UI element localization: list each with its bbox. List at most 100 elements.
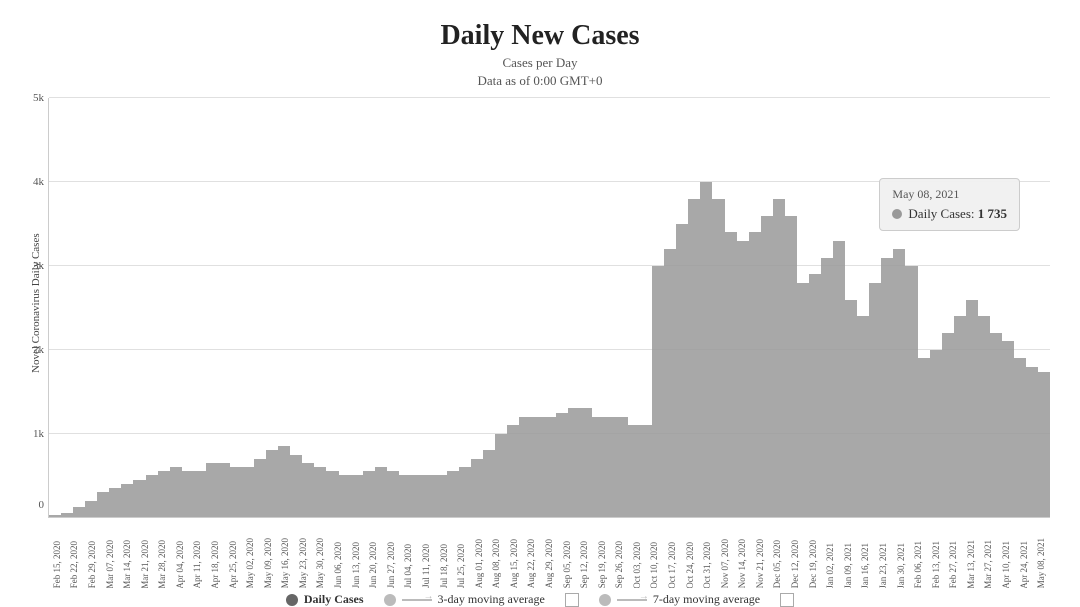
bar[interactable]: [459, 467, 471, 517]
bar[interactable]: [628, 425, 640, 517]
bar[interactable]: [218, 463, 230, 517]
bar[interactable]: [966, 300, 978, 518]
x-label: Feb 15, 2020: [52, 541, 62, 588]
bar[interactable]: [73, 507, 85, 517]
bar[interactable]: [978, 316, 990, 517]
bar[interactable]: [411, 475, 423, 517]
bar[interactable]: [278, 446, 290, 517]
bar-wrapper: [73, 98, 85, 517]
bar[interactable]: [507, 425, 519, 517]
bar[interactable]: [688, 199, 700, 517]
x-label: Sep 26, 2020: [614, 541, 624, 588]
bar[interactable]: [266, 450, 278, 517]
bar[interactable]: [387, 471, 399, 517]
bar-wrapper: [399, 98, 411, 517]
bar-wrapper: [170, 98, 182, 517]
bar-wrapper: [833, 98, 845, 517]
bar[interactable]: [749, 232, 761, 517]
x-label: Nov 07, 2020: [720, 539, 730, 588]
x-label: Mar 27, 2021: [983, 540, 993, 589]
bar[interactable]: [109, 488, 121, 517]
bar[interactable]: [146, 475, 158, 517]
bar[interactable]: [785, 216, 797, 518]
bar[interactable]: [1038, 372, 1050, 517]
x-label: Jun 27, 2020: [386, 542, 396, 588]
bar[interactable]: [930, 350, 942, 518]
bar[interactable]: [519, 417, 531, 518]
bar[interactable]: [869, 283, 881, 518]
bar[interactable]: [857, 316, 869, 517]
bar[interactable]: [544, 417, 556, 518]
bar[interactable]: [1002, 341, 1014, 517]
bar[interactable]: [133, 480, 145, 518]
bar[interactable]: [737, 241, 749, 518]
bar[interactable]: [61, 513, 73, 517]
bar[interactable]: [302, 463, 314, 517]
bar[interactable]: [158, 471, 170, 517]
bar[interactable]: [483, 450, 495, 517]
bar[interactable]: [363, 471, 375, 517]
bar[interactable]: [85, 501, 97, 518]
bar[interactable]: [242, 467, 254, 517]
bar[interactable]: [121, 484, 133, 518]
bar[interactable]: [652, 266, 664, 517]
bar[interactable]: [821, 258, 833, 518]
bar[interactable]: [568, 408, 580, 517]
bar[interactable]: [375, 467, 387, 517]
bar[interactable]: [712, 199, 724, 517]
bar[interactable]: [230, 467, 242, 517]
bar[interactable]: [435, 475, 447, 517]
bar[interactable]: [206, 463, 218, 517]
bar[interactable]: [833, 241, 845, 518]
bar[interactable]: [942, 333, 954, 517]
x-label-container: Apr 25, 2020: [224, 518, 242, 588]
bar[interactable]: [194, 471, 206, 517]
bar-wrapper: [544, 98, 556, 517]
bar[interactable]: [495, 434, 507, 518]
bar[interactable]: [314, 467, 326, 517]
bar[interactable]: [580, 408, 592, 517]
bar[interactable]: [773, 199, 785, 517]
x-label: Oct 17, 2020: [667, 542, 677, 589]
bar[interactable]: [604, 417, 616, 518]
x-label: Oct 10, 2020: [649, 542, 659, 589]
bar[interactable]: [761, 216, 773, 518]
bar[interactable]: [97, 492, 109, 517]
bar[interactable]: [254, 459, 266, 518]
bar[interactable]: [809, 274, 821, 517]
bar[interactable]: [592, 417, 604, 518]
bar[interactable]: [326, 471, 338, 517]
legend-3day: 3-day moving average: [384, 592, 545, 607]
bar[interactable]: [339, 475, 351, 517]
bar[interactable]: [700, 182, 712, 517]
bar[interactable]: [423, 475, 435, 517]
bar[interactable]: [532, 417, 544, 518]
x-label: Sep 05, 2020: [562, 541, 572, 588]
bar[interactable]: [905, 266, 917, 517]
bar[interactable]: [1026, 367, 1038, 518]
bar[interactable]: [640, 425, 652, 517]
bar[interactable]: [1014, 358, 1026, 517]
bar[interactable]: [616, 417, 628, 518]
bar[interactable]: [676, 224, 688, 517]
bar[interactable]: [49, 515, 61, 517]
bar[interactable]: [471, 459, 483, 518]
bar-wrapper: [423, 98, 435, 517]
bar[interactable]: [954, 316, 966, 517]
bar[interactable]: [447, 471, 459, 517]
bar[interactable]: [556, 413, 568, 518]
bar[interactable]: [170, 467, 182, 517]
bar[interactable]: [399, 475, 411, 517]
bar[interactable]: [664, 249, 676, 517]
bar[interactable]: [351, 475, 363, 517]
bar[interactable]: [845, 300, 857, 518]
bar[interactable]: [918, 358, 930, 517]
bar[interactable]: [182, 471, 194, 517]
bar[interactable]: [725, 232, 737, 517]
bar-wrapper: [725, 98, 737, 517]
bar[interactable]: [893, 249, 905, 517]
bar[interactable]: [797, 283, 809, 518]
bar[interactable]: [290, 455, 302, 518]
bar[interactable]: [881, 258, 893, 518]
bar[interactable]: [990, 333, 1002, 517]
